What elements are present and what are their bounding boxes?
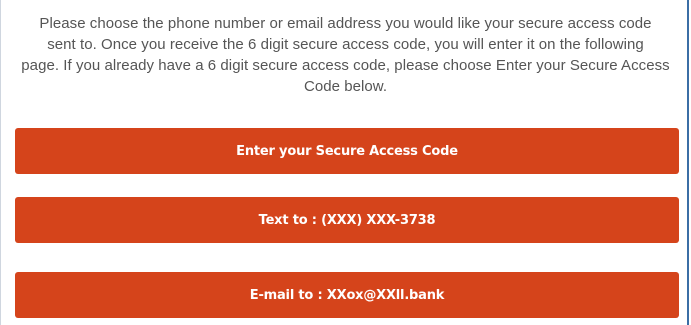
- instructions-line: sent to. Once you receive the 6 digit se…: [47, 36, 644, 53]
- email-to-button[interactable]: E-mail to : XXox@XXll.bank: [15, 272, 679, 318]
- enter-secure-access-code-label: Enter your Secure Access Code: [236, 143, 458, 159]
- instructions-line: page. If you already have a 6 digit secu…: [21, 57, 670, 74]
- instructions-text: Please choose the phone number or email …: [7, 13, 684, 97]
- text-to-phone-label: Text to : (XXX) XXX-3738: [258, 212, 436, 228]
- enter-secure-access-code-button[interactable]: Enter your Secure Access Code: [15, 128, 679, 174]
- secure-access-panel: Please choose the phone number or email …: [0, 0, 689, 325]
- text-to-phone-button[interactable]: Text to : (XXX) XXX-3738: [15, 197, 679, 243]
- email-to-label: E-mail to : XXox@XXll.bank: [249, 287, 445, 303]
- instructions-line: Code below.: [303, 78, 388, 95]
- instructions-line: Please choose the phone number or email …: [39, 15, 652, 32]
